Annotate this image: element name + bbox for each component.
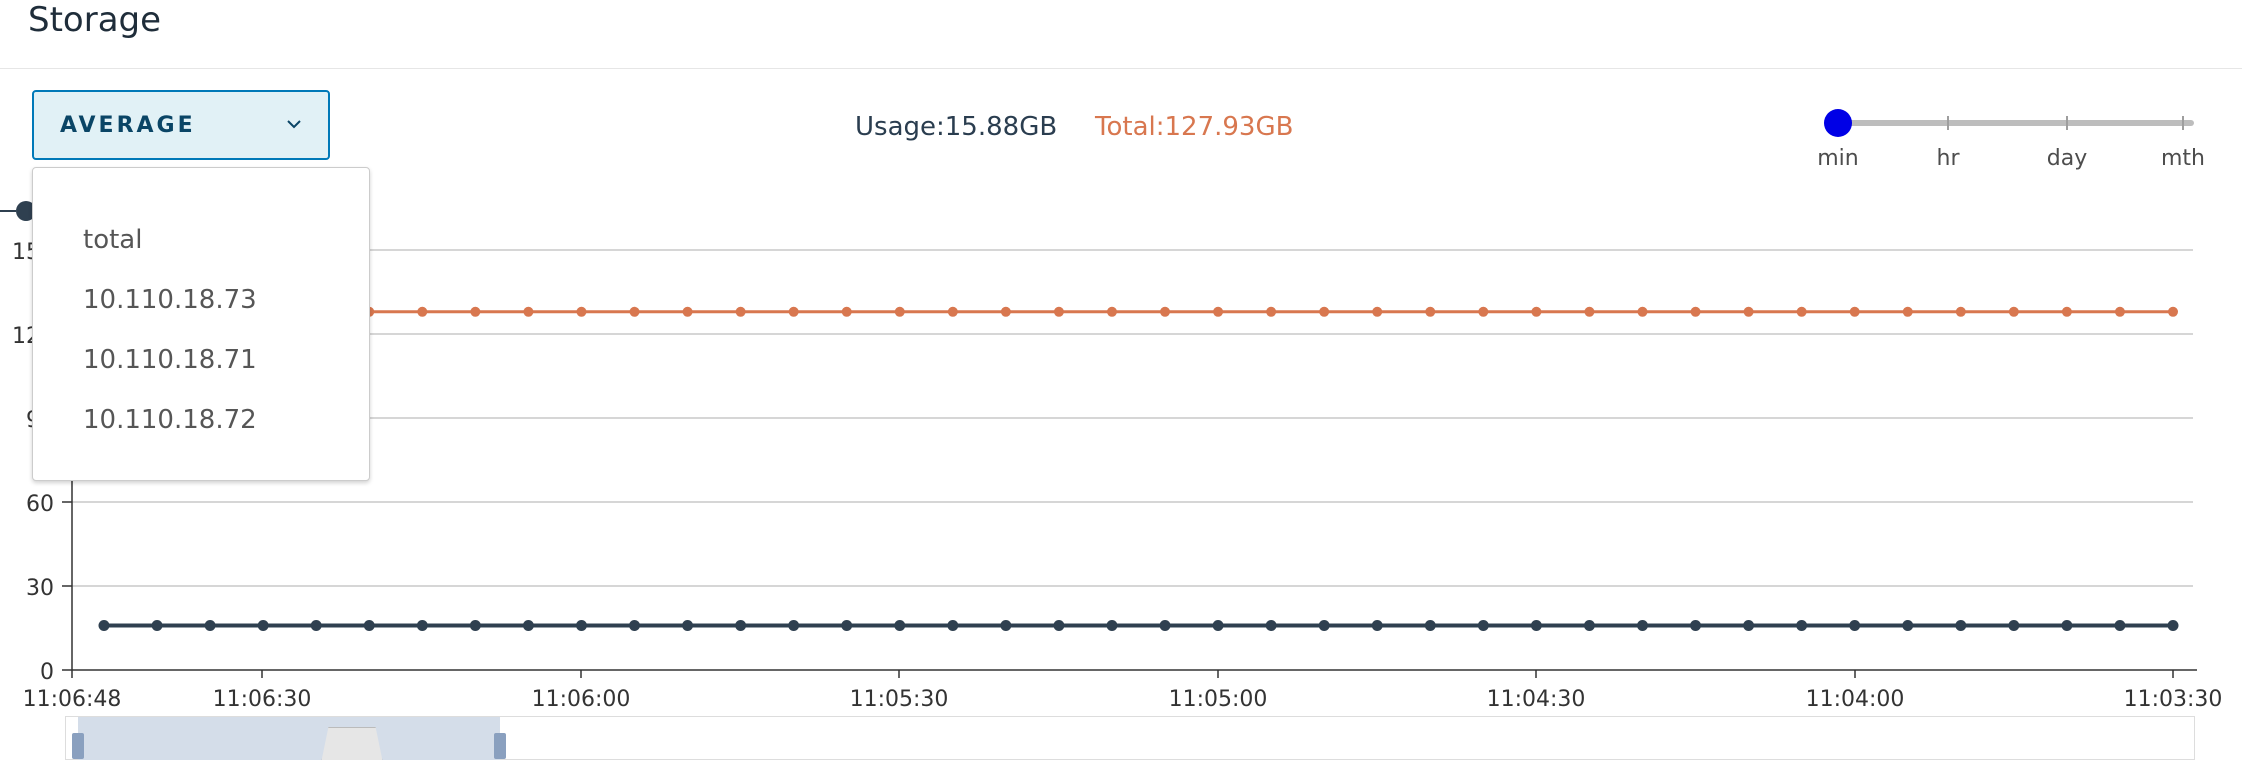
data-point-total — [576, 306, 587, 317]
data-point-usage — [416, 620, 428, 632]
data-point-usage — [1796, 620, 1808, 632]
data-point-usage — [1583, 620, 1595, 632]
data-point-total — [1584, 306, 1595, 317]
data-point-total — [629, 306, 640, 317]
data-point-total — [841, 306, 852, 317]
data-point-total — [2114, 306, 2125, 317]
data-point-usage — [1106, 620, 1118, 632]
data-point-total — [1213, 306, 1224, 317]
data-point-usage — [2114, 620, 2126, 632]
storage-page: Storage 030609012015011:06:4811:06:3011:… — [0, 0, 2242, 760]
menu-item-node-71[interactable]: 10.110.18.71 — [33, 340, 369, 400]
data-point-usage — [1053, 620, 1065, 632]
data-point-usage — [1636, 620, 1648, 632]
aggregation-dropdown-menu: total 10.110.18.73 10.110.18.71 10.110.1… — [32, 167, 370, 481]
menu-item-node-73[interactable]: 10.110.18.73 — [33, 280, 369, 340]
data-point-usage — [894, 620, 906, 632]
data-point-usage — [1000, 620, 1012, 632]
data-point-total — [1796, 306, 1807, 317]
data-point-total — [1266, 306, 1277, 317]
menu-item-node-72[interactable]: 10.110.18.72 — [33, 400, 369, 460]
data-point-usage — [629, 620, 641, 632]
legend-marker — [0, 201, 36, 221]
data-point-total — [894, 306, 905, 317]
data-point-total — [2168, 306, 2178, 317]
data-point-usage — [204, 620, 216, 632]
data-point-usage — [1530, 620, 1542, 632]
data-point-usage — [2008, 620, 2020, 632]
x-tick-label: 11:04:30 — [1487, 687, 1586, 712]
data-point-total — [1902, 306, 1913, 317]
data-point-total — [1372, 306, 1383, 317]
brush-thumb[interactable] — [321, 727, 383, 760]
data-point-usage — [1318, 620, 1330, 632]
data-point-total — [1478, 306, 1489, 317]
data-point-total — [1955, 306, 1966, 317]
x-tick-label: 11:06:00 — [532, 687, 631, 712]
data-point-usage — [522, 620, 534, 632]
data-point-total — [1849, 306, 1860, 317]
data-point-total — [1053, 306, 1064, 317]
data-point-usage — [151, 620, 163, 632]
y-tick-label: 60 — [26, 492, 54, 517]
data-point-total — [947, 306, 958, 317]
brush-handle-right[interactable] — [494, 733, 506, 759]
data-point-usage — [98, 620, 110, 632]
data-point-total — [1106, 306, 1117, 317]
menu-item-total[interactable]: total — [33, 220, 369, 280]
data-point-usage — [788, 620, 800, 632]
data-point-usage — [1902, 620, 1914, 632]
data-point-usage — [841, 620, 853, 632]
x-tick-label: 11:05:30 — [850, 687, 949, 712]
data-point-usage — [1159, 620, 1171, 632]
data-point-usage — [1849, 620, 1861, 632]
data-point-total — [682, 306, 693, 317]
time-brush[interactable] — [65, 716, 2195, 760]
data-point-usage — [1955, 620, 1967, 632]
y-tick-label: 0 — [40, 660, 54, 685]
data-point-total — [1531, 306, 1542, 317]
data-point-usage — [469, 620, 481, 632]
data-point-usage — [2061, 620, 2073, 632]
brush-handle-left[interactable] — [72, 733, 84, 759]
data-point-total — [1425, 306, 1436, 317]
x-tick-label: 11:05:00 — [1169, 687, 1268, 712]
x-tick-label: 11:03:30 — [2124, 687, 2223, 712]
data-point-usage — [1743, 620, 1755, 632]
data-point-total — [1000, 306, 1011, 317]
data-point-usage — [1477, 620, 1489, 632]
data-point-total — [1160, 306, 1171, 317]
data-point-total — [788, 306, 799, 317]
data-point-usage — [2167, 620, 2179, 632]
data-point-total — [1690, 306, 1701, 317]
data-point-usage — [947, 620, 959, 632]
data-point-usage — [682, 620, 694, 632]
data-point-total — [1743, 306, 1754, 317]
brush-selection[interactable] — [78, 717, 500, 760]
data-point-total — [417, 306, 428, 317]
data-point-usage — [1212, 620, 1224, 632]
data-point-usage — [363, 620, 375, 632]
data-point-usage — [1265, 620, 1277, 632]
data-point-total — [1637, 306, 1648, 317]
data-point-usage — [735, 620, 747, 632]
data-point-total — [470, 306, 481, 317]
data-point-usage — [575, 620, 587, 632]
data-point-total — [2061, 306, 2072, 317]
x-tick-label: 11:06:48 — [23, 687, 122, 712]
data-point-usage — [1424, 620, 1436, 632]
data-point-total — [2008, 306, 2019, 317]
data-point-total — [523, 306, 534, 317]
data-point-usage — [1371, 620, 1383, 632]
data-point-usage — [257, 620, 269, 632]
x-tick-label: 11:06:30 — [213, 687, 312, 712]
y-tick-label: 30 — [26, 576, 54, 601]
data-point-total — [1319, 306, 1330, 317]
data-point-total — [735, 306, 746, 317]
data-point-usage — [1690, 620, 1702, 632]
data-point-usage — [310, 620, 322, 632]
chart-series — [98, 306, 2179, 632]
x-tick-label: 11:04:00 — [1806, 687, 1905, 712]
chart-grid — [72, 249, 2193, 587]
